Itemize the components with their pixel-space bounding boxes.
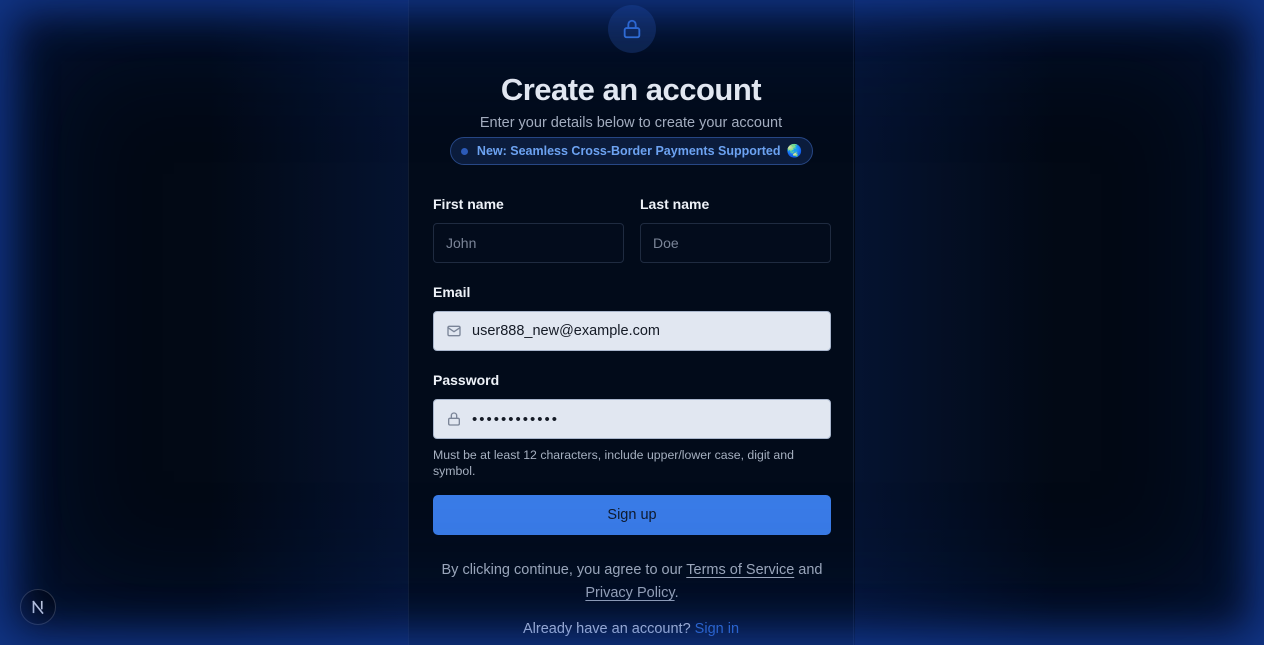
globe-icon: 🌏 xyxy=(786,143,803,158)
announcement-text: New: Seamless Cross-Border Payments Supp… xyxy=(476,144,781,158)
email-label: Email xyxy=(433,284,471,300)
last-name-input[interactable] xyxy=(640,223,831,263)
lock-icon xyxy=(434,411,472,427)
password-input[interactable] xyxy=(472,400,830,438)
first-name-input[interactable] xyxy=(433,223,624,263)
email-input[interactable] xyxy=(472,312,830,350)
legal-notice: By clicking continue, you agree to our T… xyxy=(423,559,841,605)
nextjs-logo-icon[interactable] xyxy=(20,589,56,625)
last-name-label: Last name xyxy=(640,196,710,212)
page-title: Create an account xyxy=(500,72,762,107)
legal-prefix: By clicking continue, you agree to our xyxy=(441,562,683,578)
header-lock-icon xyxy=(608,5,656,53)
signup-panel: Create an account Enter your details bel… xyxy=(408,0,854,645)
status-dot-icon xyxy=(460,147,468,155)
page-subtitle: Enter your details below to create your … xyxy=(479,115,783,131)
sign-up-button[interactable]: Sign up xyxy=(433,495,831,535)
terms-of-service-link[interactable]: Terms of Service xyxy=(686,562,794,578)
password-hint: Must be at least 12 characters, include … xyxy=(433,448,794,478)
sign-in-prompt: Already have an account? Sign in xyxy=(409,621,853,637)
sign-in-prompt-text: Already have an account? xyxy=(522,621,691,637)
first-name-label: First name xyxy=(433,196,504,212)
left-glow xyxy=(209,0,409,645)
legal-suffix: . xyxy=(674,585,679,601)
sign-in-link[interactable]: Sign in xyxy=(695,621,739,637)
right-glow xyxy=(855,0,1055,645)
password-field[interactable] xyxy=(433,399,831,439)
legal-conjunction: and xyxy=(798,562,823,578)
mail-icon xyxy=(434,323,472,339)
announcement-badge: New: Seamless Cross-Border Payments Supp… xyxy=(450,137,813,165)
password-label: Password xyxy=(433,372,500,388)
page-background: Create an account Enter your details bel… xyxy=(0,0,1264,645)
email-field[interactable] xyxy=(433,311,831,351)
privacy-policy-link[interactable]: Privacy Policy xyxy=(585,585,674,601)
